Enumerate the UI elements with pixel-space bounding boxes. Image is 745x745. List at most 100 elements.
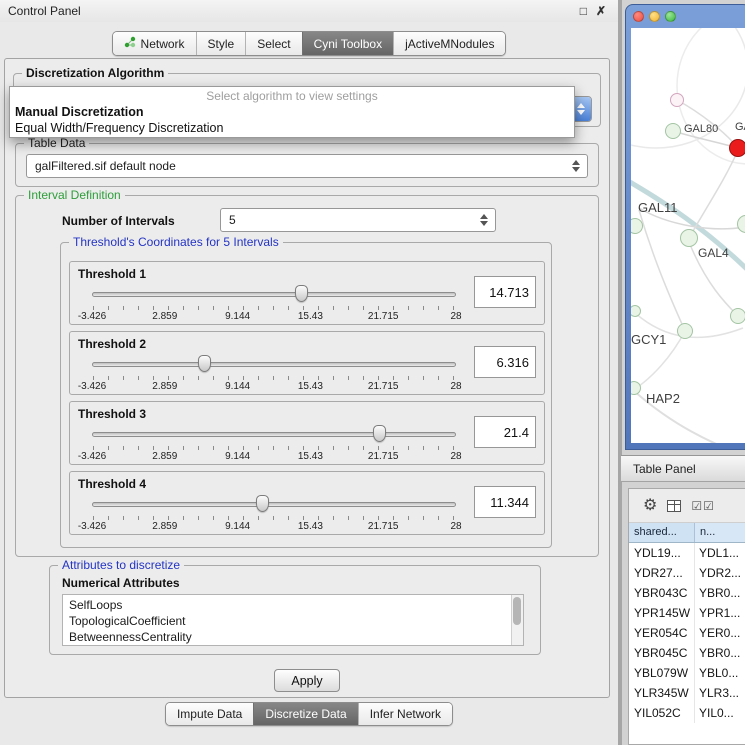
attribute-list-item[interactable]: BetweennessCentrality [69,629,511,645]
table-cell: YDR27... [629,563,695,583]
table-row[interactable]: YBR043CYBR0... [629,583,745,603]
table-cell: YER0... [695,623,745,643]
network-node[interactable] [670,93,684,107]
threshold-1-slider[interactable]: -3.4262.8599.14415.4321.71528 [92,284,456,322]
tab-infer-network[interactable]: Infer Network [358,703,452,725]
threshold-4-value-field[interactable]: 11.344 [474,486,536,518]
threshold-3-slider[interactable]: -3.4262.8599.14415.4321.71528 [92,424,456,462]
threshold-4-section: Threshold 4 -3.4262.8599.14415.4321.7152… [69,471,545,535]
thresholds-group: Threshold's Coordinates for 5 Intervals … [60,242,552,548]
column-header-shared-name[interactable]: shared... [629,523,695,542]
network-node-label: HAP2 [646,391,680,406]
number-of-intervals-combobox[interactable]: 5 [220,208,496,232]
scale-tick-label: 15.43 [298,381,323,392]
interval-definition-group: Interval Definition Number of Intervals … [15,195,599,557]
table-row[interactable]: YDL19...YDL1... [629,543,745,563]
numerical-attributes-list[interactable]: SelfLoopsTopologicalCoefficientBetweenne… [63,595,511,645]
scale-tick-label: 2.859 [152,311,177,322]
table-cell: YPR1... [695,603,745,623]
tab-label: Style [208,37,235,51]
scale-tick-label: -3.426 [78,451,106,462]
close-button[interactable] [633,11,644,22]
slider-thumb[interactable] [198,355,211,372]
threshold-4-slider[interactable]: -3.4262.8599.14415.4321.71528 [92,494,456,532]
table-row[interactable]: YDR27...YDR2... [629,563,745,583]
threshold-3-value-field[interactable]: 21.4 [474,416,536,448]
tab-discretize-data[interactable]: Discretize Data [253,703,357,725]
tab-network[interactable]: Network [113,32,196,55]
spinner-icon[interactable] [480,214,488,226]
table-data-value: galFiltered.sif default node [35,155,176,177]
table-cell: YDL19... [629,543,695,563]
table-panel-header[interactable]: Table Panel [621,455,745,482]
apply-button[interactable]: Apply [274,669,340,692]
panel-divider[interactable] [618,0,622,745]
table-cell: YDL1... [695,543,745,563]
list-scrollbar[interactable] [511,595,523,645]
zoom-button[interactable] [665,11,676,22]
network-canvas[interactable]: GAL80GAGAL11GAL4GCY1HAP2 [631,28,745,443]
tab-impute-data[interactable]: Impute Data [166,703,253,725]
table-row[interactable]: YER054CYER0... [629,623,745,643]
table-row[interactable]: YBL079WYBL0... [629,663,745,683]
threshold-4-label: Threshold 4 [78,477,146,491]
close-icon[interactable]: ✗ [596,0,606,22]
threshold-2-label: Threshold 2 [78,337,146,351]
network-node-label: GCY1 [631,332,666,347]
slider-scale-labels: -3.4262.8599.14415.4321.71528 [92,451,456,462]
scale-tick-label: 28 [450,451,461,462]
slider-thumb[interactable] [256,495,269,512]
table-cell: YDR2... [695,563,745,583]
minimize-button[interactable] [649,11,660,22]
tab-label: Infer Network [370,707,441,721]
group-title: Discretization Algorithm [22,66,168,80]
network-icon [124,36,136,51]
slider-track[interactable] [92,362,456,367]
tab-label: Cyni Toolbox [314,37,382,51]
gear-icon[interactable]: ⚙ [643,498,657,514]
slider-track[interactable] [92,432,456,437]
attribute-list-item[interactable]: SelfLoops [69,597,511,613]
column-header-name[interactable]: n... [695,523,745,542]
attribute-list-item[interactable]: TopologicalCoefficient [69,613,511,629]
select-none-icon[interactable]: ☑ [703,499,715,513]
slider-track[interactable] [92,502,456,507]
threshold-2-value-field[interactable]: 6.316 [474,346,536,378]
tab-jactivemnodules[interactable]: jActiveMNodules [393,32,505,55]
table-toolbar: ⚙ ☑☑ [629,489,745,523]
network-node[interactable] [729,139,745,157]
dropdown-option-manual-discretization[interactable]: Manual Discretization [10,104,574,120]
table-row[interactable]: YLR345WYLR3... [629,683,745,703]
select-all-icon[interactable]: ☑ [691,499,703,513]
control-panel-window: Control Panel □ ✗ Network Style [0,0,618,745]
network-node[interactable] [677,323,693,339]
table-cell: YPR145W [629,603,695,623]
threshold-2-slider[interactable]: -3.4262.8599.14415.4321.71528 [92,354,456,392]
table-row[interactable]: YBR045CYBR0... [629,643,745,663]
network-node[interactable] [665,123,681,139]
network-window-titlebar[interactable] [626,5,745,28]
scale-tick-label: 9.144 [225,451,250,462]
table-row[interactable]: YIL052CYIL0... [629,703,745,723]
node-table-body: YDL19...YDL1...YDR27...YDR2...YBR043CYBR… [629,543,745,744]
group-title: Attributes to discretize [58,558,184,572]
slider-ticks [93,446,455,450]
slider-thumb[interactable] [295,285,308,302]
network-node[interactable] [730,308,745,324]
threshold-1-value-field[interactable]: 14.713 [474,276,536,308]
float-window-icon[interactable]: □ [580,0,587,22]
scale-tick-label: 28 [450,311,461,322]
column-settings-icon[interactable] [667,500,681,512]
dropdown-placeholder-option[interactable]: Select algorithm to view settings [10,88,574,104]
tab-select[interactable]: Select [245,32,301,55]
dropdown-option-equal-width-frequency[interactable]: Equal Width/Frequency Discretization [10,120,574,136]
tab-cyni-toolbox[interactable]: Cyni Toolbox [302,32,393,55]
table-row[interactable]: YPR145WYPR1... [629,603,745,623]
spinner-icon[interactable] [572,160,580,172]
table-data-combobox[interactable]: galFiltered.sif default node [26,154,588,178]
scrollbar-thumb[interactable] [513,597,521,625]
slider-thumb[interactable] [373,425,386,442]
tab-style[interactable]: Style [196,32,246,55]
slider-track[interactable] [92,292,456,297]
network-node[interactable] [680,229,698,247]
